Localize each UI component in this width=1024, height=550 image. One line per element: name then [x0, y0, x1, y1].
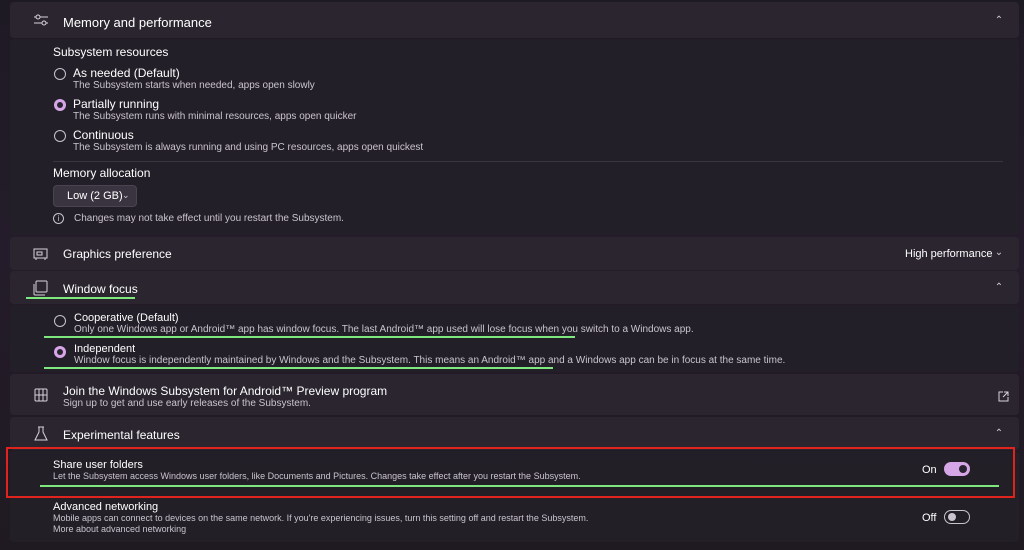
- divider: [53, 161, 1003, 162]
- graphics-preference-row[interactable]: Graphics preference High performance ⌄: [10, 237, 1019, 270]
- graphics-preference-value[interactable]: High performance: [905, 248, 992, 260]
- option-as-needed-label: As needed (Default): [73, 66, 180, 80]
- memory-performance-content: Subsystem resources As needed (Default) …: [10, 39, 1019, 235]
- radio-continuous[interactable]: [54, 130, 66, 142]
- option-as-needed-desc: The Subsystem starts when needed, apps o…: [73, 80, 315, 91]
- restart-note: Changes may not take effect until you re…: [74, 213, 344, 224]
- chevron-down-icon: ⌄: [122, 190, 130, 200]
- window-focus-header[interactable]: Window focus ⌃: [10, 271, 1019, 304]
- flask-icon: [32, 425, 50, 443]
- info-icon: i: [53, 213, 64, 224]
- option-cooperative-label: Cooperative (Default): [74, 312, 179, 324]
- advanced-networking-desc: Mobile apps can connect to devices on th…: [53, 513, 589, 523]
- advanced-networking-title: Advanced networking: [53, 501, 159, 513]
- chevron-up-icon[interactable]: ⌃: [993, 282, 1005, 294]
- independent-underline: [44, 367, 553, 369]
- cooperative-underline: [44, 336, 575, 338]
- memory-allocation-dropdown[interactable]: Low (2 GB) ⌄: [53, 185, 137, 207]
- subsystem-resources-heading: Subsystem resources: [53, 45, 169, 59]
- radio-as-needed[interactable]: [54, 68, 66, 80]
- graphics-card-icon: [32, 245, 50, 263]
- memory-allocation-heading: Memory allocation: [53, 166, 151, 180]
- option-independent-label: Independent: [74, 343, 136, 355]
- window-icon: [32, 279, 50, 297]
- external-link-icon[interactable]: [998, 389, 1009, 407]
- memory-performance-title: Memory and performance: [63, 15, 212, 30]
- chevron-up-icon[interactable]: ⌃: [993, 428, 1005, 440]
- option-independent-desc: Window focus is independently maintained…: [74, 355, 786, 366]
- graphics-preference-title: Graphics preference: [63, 247, 172, 261]
- chevron-down-icon[interactable]: ⌄: [993, 247, 1005, 259]
- advanced-networking-link[interactable]: More about advanced networking: [53, 524, 186, 534]
- experimental-features-header[interactable]: Experimental features ⌃: [10, 417, 1019, 450]
- memory-allocation-value: Low (2 GB): [67, 190, 123, 202]
- share-user-folders-highlight: [6, 447, 1015, 498]
- program-icon: [32, 386, 50, 404]
- sliders-icon: [32, 11, 50, 29]
- option-cooperative-desc: Only one Windows app or Android™ app has…: [74, 324, 694, 335]
- option-partially-running-desc: The Subsystem runs with minimal resource…: [73, 111, 357, 122]
- preview-program-row[interactable]: Join the Windows Subsystem for Android™ …: [10, 374, 1019, 415]
- radio-independent[interactable]: [54, 346, 66, 358]
- advanced-networking-toggle[interactable]: [944, 510, 970, 524]
- advanced-networking-state: Off: [922, 512, 937, 524]
- window-focus-title: Window focus: [63, 282, 138, 296]
- radio-partially-running[interactable]: [54, 99, 66, 111]
- option-partially-running-label: Partially running: [73, 97, 160, 111]
- radio-cooperative[interactable]: [54, 315, 66, 327]
- preview-program-title: Join the Windows Subsystem for Android™ …: [63, 384, 388, 398]
- chevron-up-icon[interactable]: ⌃: [993, 15, 1005, 27]
- window-focus-underline: [26, 297, 135, 299]
- preview-program-desc: Sign up to get and use early releases of…: [63, 398, 311, 409]
- experimental-features-title: Experimental features: [63, 428, 180, 442]
- option-continuous-label: Continuous: [73, 128, 134, 142]
- memory-performance-header[interactable]: Memory and performance ⌃: [10, 2, 1019, 38]
- option-continuous-desc: The Subsystem is always running and usin…: [73, 142, 424, 153]
